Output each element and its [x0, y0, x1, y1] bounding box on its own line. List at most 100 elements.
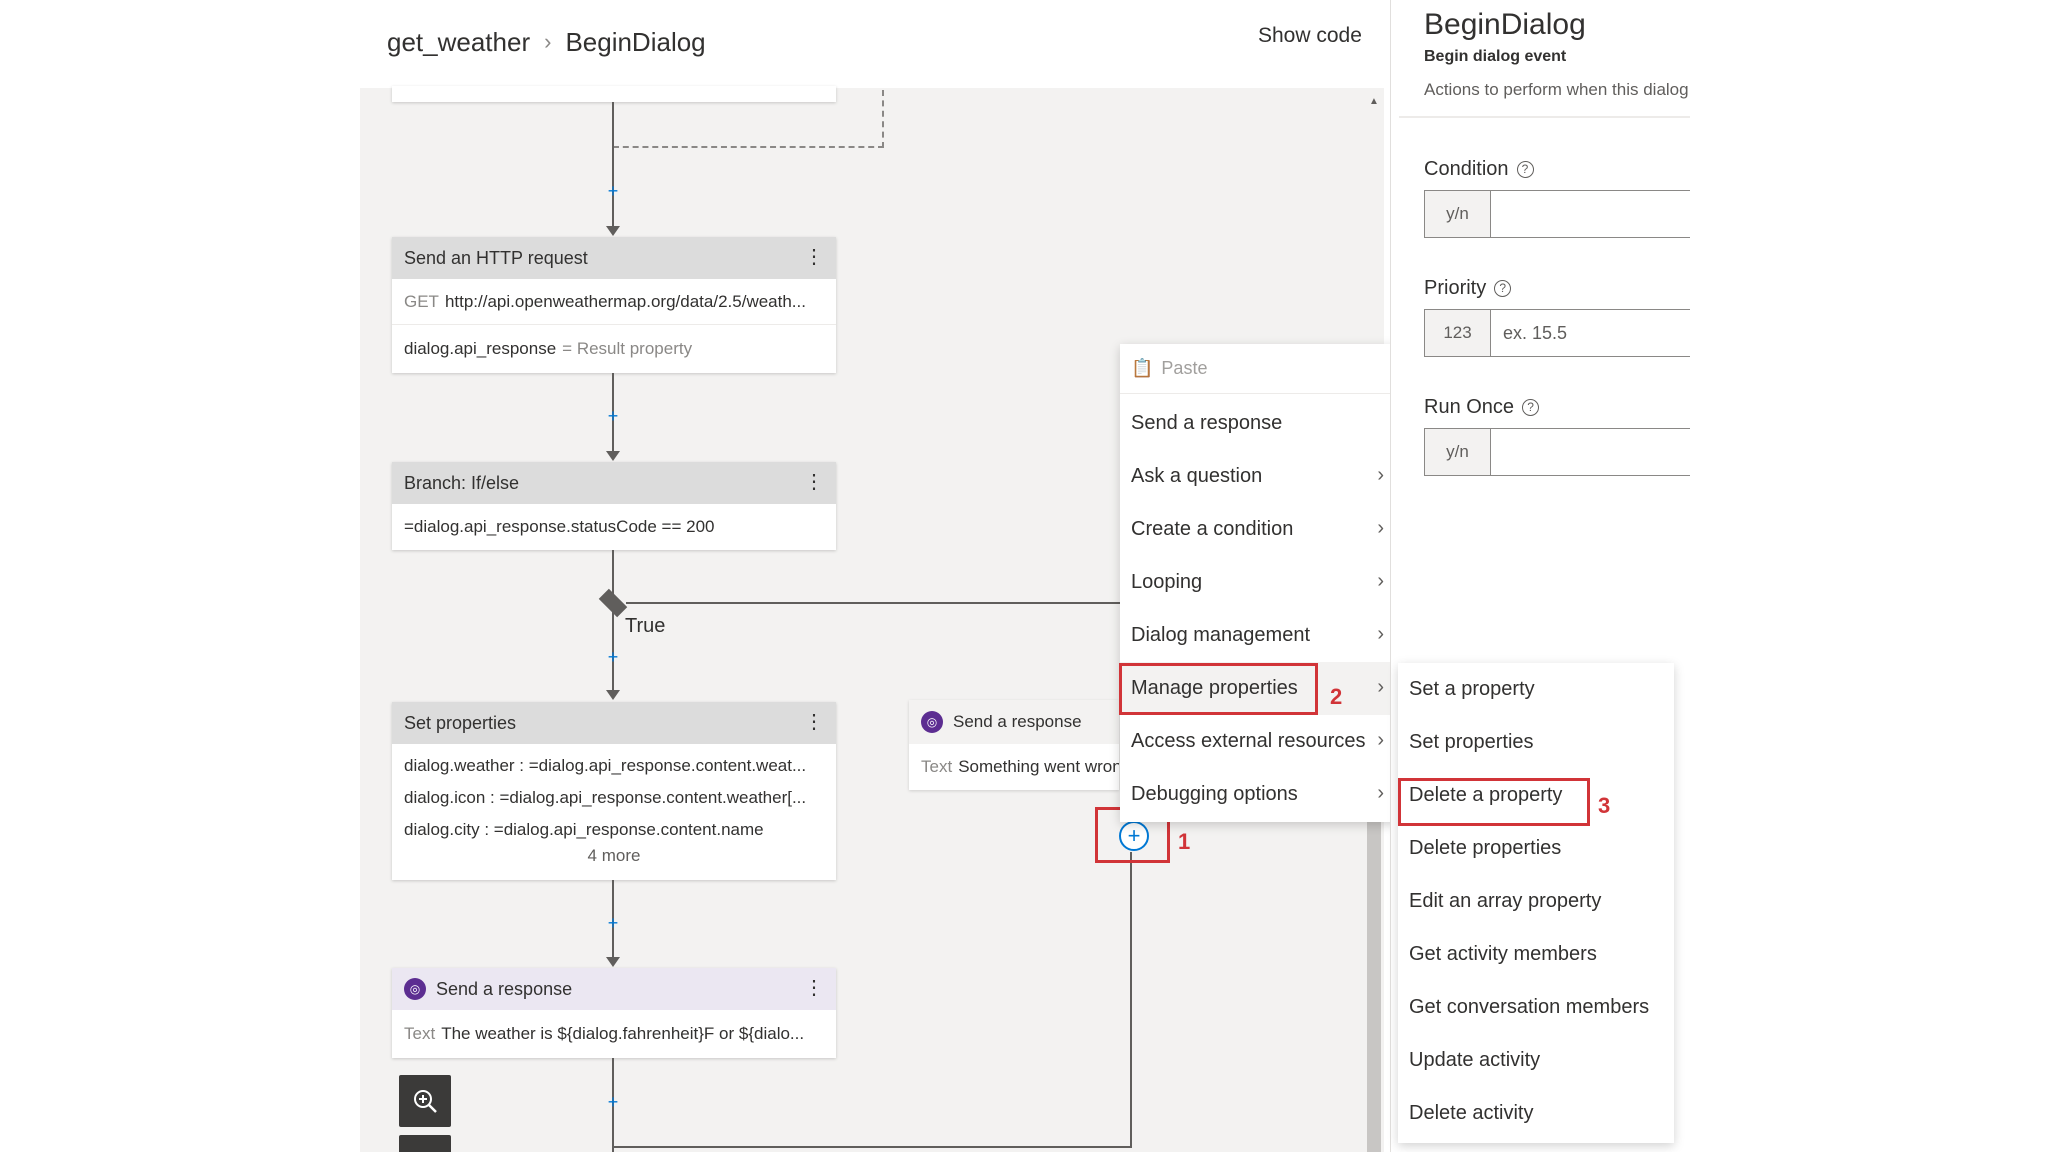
result-label: = Result property — [562, 339, 693, 358]
submenu-item-edit-array-property[interactable]: Edit an array property — [1398, 875, 1674, 928]
bot-icon: ◎ — [404, 978, 426, 1000]
priority-input[interactable] — [1491, 310, 1690, 356]
menu-item-label: Debugging options — [1131, 783, 1298, 805]
text-label: Text — [921, 757, 953, 776]
priority-label: Priority ? — [1424, 277, 1512, 300]
http-request-card[interactable]: Send an HTTP request ⋮ GET http://api.op… — [392, 237, 836, 373]
breadcrumb-trigger[interactable]: BeginDialog — [565, 27, 705, 58]
response-text: Something went wrong — [958, 757, 1119, 776]
previous-action-card[interactable] — [392, 86, 836, 102]
menu-item-debugging-options[interactable]: Debugging options › — [1120, 768, 1398, 821]
condition-field[interactable]: y/n — [1424, 190, 1690, 238]
chevron-right-icon: › — [1377, 570, 1384, 592]
send-response-card[interactable]: ◎ Send a response ⋮ Text The weather is … — [392, 968, 836, 1058]
divider — [1399, 116, 1690, 118]
run-once-field[interactable]: y/n — [1424, 428, 1690, 476]
response-text-row: Text The weather is ${dialog.fahrenheit}… — [392, 1010, 836, 1058]
branch-condition: =dialog.api_response.statusCode == 200 — [404, 517, 715, 536]
field-label-text: Run Once — [1424, 396, 1515, 418]
card-title: Set properties — [404, 712, 517, 733]
more-options-icon[interactable]: ⋮ — [804, 978, 824, 998]
card-header: Branch: If/else ⋮ — [392, 462, 836, 504]
menu-item-label: Looping — [1131, 571, 1203, 593]
more-options-icon[interactable]: ⋮ — [804, 247, 824, 267]
submenu-item-update-activity[interactable]: Update activity — [1398, 1034, 1674, 1087]
card-title: Send a response — [436, 978, 573, 999]
http-method: GET — [404, 291, 439, 311]
menu-item-access-external-resources[interactable]: Access external resources › — [1120, 715, 1398, 768]
add-action-plus-icon[interactable]: + — [604, 407, 622, 425]
add-action-plus-icon[interactable]: + — [604, 914, 622, 932]
breadcrumb: get_weather › BeginDialog — [387, 24, 706, 60]
help-circle-icon[interactable]: ? — [1516, 161, 1534, 178]
chevron-right-icon: › — [1377, 464, 1384, 486]
scrollbar-thumb[interactable] — [1367, 820, 1381, 1152]
menu-item-send-response[interactable]: Send a response — [1120, 397, 1398, 450]
more-options-icon[interactable]: ⋮ — [804, 712, 824, 732]
add-action-plus-icon[interactable]: + — [604, 648, 622, 666]
menu-item-label: Get conversation members — [1409, 996, 1650, 1018]
priority-field[interactable]: 123 — [1424, 309, 1690, 357]
menu-item-ask-question[interactable]: Ask a question › — [1120, 450, 1398, 503]
connector-line — [612, 550, 614, 690]
connector-line — [612, 102, 614, 228]
card-header: Set properties ⋮ — [392, 702, 836, 744]
submenu-item-delete-properties[interactable]: Delete properties — [1398, 822, 1674, 875]
submenu-item-set-property[interactable]: Set a property — [1398, 663, 1674, 716]
set-properties-card[interactable]: Set properties ⋮ dialog.weather : =dialo… — [392, 702, 836, 880]
manage-properties-submenu: Set a property Set properties Delete a p… — [1398, 663, 1674, 1143]
merge-line — [612, 1146, 1132, 1148]
submenu-item-set-properties[interactable]: Set properties — [1398, 716, 1674, 769]
arrow-down-icon — [606, 957, 620, 967]
submenu-item-delete-activity[interactable]: Delete activity — [1398, 1087, 1674, 1140]
type-prefix: y/n — [1425, 429, 1491, 475]
chevron-right-icon: › — [1377, 517, 1384, 539]
property-row: dialog.weather : =dialog.api_response.co… — [392, 750, 836, 782]
menu-item-dialog-management[interactable]: Dialog management › — [1120, 609, 1398, 662]
chevron-right-icon: › — [1377, 782, 1384, 804]
condition-label: Condition ? — [1424, 158, 1534, 181]
submenu-item-get-activity-members[interactable]: Get activity members — [1398, 928, 1674, 981]
scroll-up-arrow-icon[interactable]: ▲ — [1369, 96, 1379, 107]
card-header: ◎ Send a response ⋮ — [392, 968, 836, 1010]
connector-line — [1130, 852, 1132, 1148]
chevron-right-icon: › — [1377, 623, 1384, 645]
result-variable: dialog.api_response — [404, 339, 557, 358]
more-options-icon[interactable]: ⋮ — [804, 472, 824, 492]
menu-item-label: Ask a question — [1131, 465, 1263, 487]
dashed-connector — [613, 146, 884, 148]
add-action-plus-icon[interactable]: + — [604, 1093, 622, 1111]
help-circle-icon[interactable]: ? — [1522, 399, 1540, 416]
help-circle-icon[interactable]: ? — [1494, 280, 1512, 297]
breadcrumb-dialog[interactable]: get_weather — [387, 27, 530, 58]
property-assignment: dialog.city : =dialog.api_response.conte… — [404, 820, 764, 839]
add-action-plus-icon[interactable]: + — [604, 182, 622, 200]
false-branch-response-card[interactable]: ◎ Send a response Text Something went wr… — [909, 700, 1119, 790]
condition-input[interactable] — [1491, 191, 1690, 237]
show-code-button[interactable]: Show code — [1258, 24, 1362, 48]
chevron-right-icon: › — [1377, 729, 1384, 751]
more-properties-link[interactable]: 4 more — [392, 846, 836, 866]
branch-card[interactable]: Branch: If/else ⋮ =dialog.api_response.s… — [392, 462, 836, 550]
annotation-step-2: 2 — [1330, 684, 1343, 709]
menu-item-create-condition[interactable]: Create a condition › — [1120, 503, 1398, 556]
clipboard-icon: 📋 — [1131, 358, 1154, 378]
annotation-step-1: 1 — [1178, 829, 1191, 854]
response-text-row: Text Something went wrong — [909, 744, 1119, 790]
annotation-step-3: 3 — [1598, 793, 1611, 818]
run-once-input[interactable] — [1491, 429, 1690, 475]
condition-row: =dialog.api_response.statusCode == 200 — [392, 504, 836, 550]
menu-item-looping[interactable]: Looping › — [1120, 556, 1398, 609]
zoom-in-button[interactable] — [399, 1075, 451, 1127]
highlight-box-3 — [1398, 778, 1590, 826]
run-once-label: Run Once ? — [1424, 396, 1540, 419]
app-root: get_weather › BeginDialog Show code + Se… — [0, 0, 2048, 1152]
property-assignment: dialog.icon : =dialog.api_response.conte… — [404, 788, 807, 807]
type-prefix: 123 — [1425, 310, 1491, 356]
response-text: The weather is ${dialog.fahrenheit}F or … — [441, 1024, 805, 1043]
submenu-item-get-conversation-members[interactable]: Get conversation members — [1398, 981, 1674, 1034]
card-title: Send a response — [953, 712, 1082, 731]
zoom-out-button[interactable] — [399, 1135, 451, 1152]
result-row: dialog.api_response = Result property — [392, 325, 836, 373]
chevron-right-icon: › — [1377, 676, 1384, 698]
